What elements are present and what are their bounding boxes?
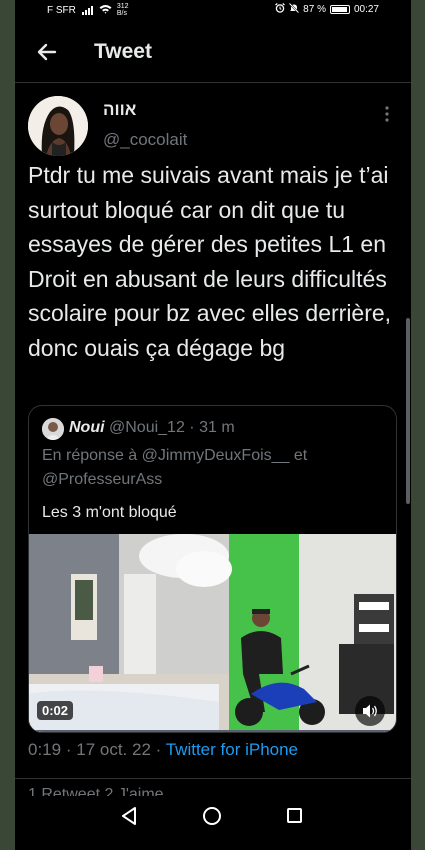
nav-back-icon[interactable] bbox=[120, 806, 138, 826]
tweet-stats-row[interactable]: 1 Retweet 2 J'aime bbox=[28, 786, 164, 796]
nav-home-icon[interactable] bbox=[203, 807, 221, 825]
header-divider bbox=[15, 82, 411, 83]
quoted-tweet-header: Noui @Noui_12 · 31 m bbox=[69, 419, 235, 436]
quoted-tweet-age: 31 m bbox=[199, 419, 235, 436]
back-arrow-icon[interactable] bbox=[35, 40, 59, 64]
network-speed: 312 B/s bbox=[116, 3, 129, 17]
top-app-bar: Tweet bbox=[15, 30, 411, 76]
status-bar: F SFR 312 B/s 87 % 00:27 bbox=[15, 0, 411, 18]
scrollbar[interactable] bbox=[406, 318, 410, 504]
reply-context: En réponse à @JimmyDeuxFois__ et @Profes… bbox=[42, 447, 308, 488]
alarm-icon bbox=[275, 3, 286, 16]
background-left bbox=[0, 0, 15, 850]
tweet-metadata: 0:19 · 17 oct. 22 · Twitter for iPhone bbox=[28, 740, 299, 759]
author-avatar[interactable] bbox=[28, 96, 88, 156]
tweet-date: 17 oct. 22 bbox=[76, 740, 151, 759]
phone-screen: F SFR 312 B/s 87 % 00:27 Tweet אווה @_co… bbox=[15, 0, 411, 850]
clock: 00:27 bbox=[353, 4, 379, 15]
mute-icon bbox=[288, 2, 300, 16]
signal-icon bbox=[81, 5, 93, 15]
quoted-tweet[interactable]: Noui @Noui_12 · 31 m En réponse à @Jimmy… bbox=[28, 405, 397, 733]
nav-recent-icon[interactable] bbox=[287, 808, 302, 823]
wifi-icon bbox=[99, 4, 112, 17]
background-right bbox=[411, 0, 425, 850]
video-duration-badge: 0:02 bbox=[37, 701, 74, 720]
more-vertical-icon[interactable] bbox=[381, 104, 393, 124]
quoted-tweet-text: Les 3 m'ont bloqué bbox=[42, 504, 177, 521]
metadata-divider bbox=[15, 778, 411, 779]
quoted-author-avatar bbox=[42, 418, 64, 440]
tweet-source-link[interactable]: Twitter for iPhone bbox=[166, 740, 298, 759]
video-player[interactable]: 0:02 bbox=[29, 534, 396, 732]
author-name[interactable]: אווה bbox=[103, 100, 136, 120]
tweet-text: Ptdr tu me suivais avant mais je t’ai su… bbox=[28, 162, 392, 361]
author-handle[interactable]: @_cocolait bbox=[103, 130, 187, 150]
volume-icon[interactable] bbox=[355, 696, 385, 726]
carrier-label: F SFR bbox=[47, 4, 76, 16]
quoted-author-handle: @Noui_12 bbox=[109, 419, 185, 436]
battery-percent: 87 % bbox=[303, 4, 326, 15]
battery-icon bbox=[329, 5, 350, 14]
quoted-author-name: Noui bbox=[69, 419, 105, 436]
tweet-time: 0:19 bbox=[28, 740, 62, 759]
system-nav-bar bbox=[15, 796, 411, 838]
page-title: Tweet bbox=[94, 40, 152, 63]
